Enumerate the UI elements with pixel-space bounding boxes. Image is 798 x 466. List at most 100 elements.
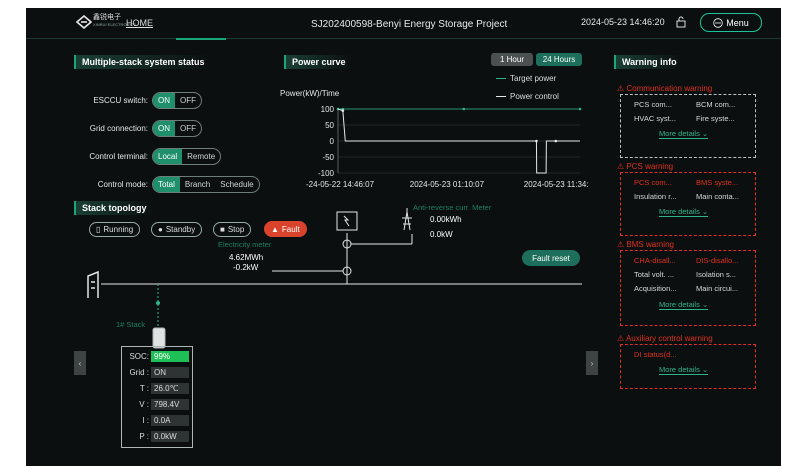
control-mode-label: Control mode: [97,180,148,189]
power-curve-chart: 100 50 0 -50 -100 -24-05-22 14:46:07 2024-05-2… [306,105,588,189]
mode-schedule-option[interactable]: Schedule [215,177,258,192]
warning-cell: Fire syste... [696,114,735,123]
group-title-text: PCS warning [626,162,674,171]
anti-reverse-energy: 0.00kWh [430,215,462,224]
stack-row-power: P :0.0kW [122,429,192,443]
legend-target-power: Target power [496,74,556,83]
legend-control-swatch [496,96,506,97]
home-link[interactable]: HOME [126,18,153,28]
y-tick-label: 0 [330,137,335,146]
building-icon [87,270,99,298]
meter-energy: 4.62MWh [229,253,264,262]
warning-triangle-icon: ⚠ [617,84,625,93]
grid-on-option[interactable]: ON [153,121,175,136]
warning-cell: BCM com... [696,100,736,109]
warning-triangle-icon: ⚠ [617,240,625,249]
warning-triangle-icon: ⚠ [617,334,625,343]
group-title-text: BMS warning [626,240,674,249]
menu-dots-icon [713,17,723,28]
warning-cell: Total volt. ... [634,270,675,279]
range-24-hours-button[interactable]: 24 Hours [536,53,582,66]
anti-reverse-power: 0.0kW [430,230,453,239]
fault-reset-button[interactable]: Fault reset [522,250,580,266]
warning-triangle-icon: ⚠ [617,162,625,171]
range-1-hour-button[interactable]: 1 Hour [491,53,533,66]
warning-cell: Main circui... [696,284,739,293]
warning-cell: Acquisition... [634,284,677,293]
x-tick-label: -24-05-22 14:46:07 [306,180,375,189]
app-window: 鑫锐电子 XINRUI ELECTRONICS HOME SJ202400598… [26,8,781,466]
grid-tower-icon [402,208,412,231]
warning-cell: DIS-disallo... [696,256,739,265]
inverter-icon [336,211,358,231]
y-tick-label: 100 [321,105,335,114]
row-value: 99% [151,350,189,362]
group-title-text: Communication warning [626,84,713,93]
stack-status-title: Multiple-stack system status [74,55,211,69]
menu-label: Menu [726,17,749,28]
electricity-meter-label: Electricity meter [218,240,272,249]
warning-cell: BMS syste... [696,178,739,187]
y-tick-label: 50 [325,121,334,130]
menu-button[interactable]: Menu [700,13,762,32]
terminal-local-option[interactable]: Local [153,149,183,164]
mode-branch-option[interactable]: Branch [180,177,215,192]
auxiliary-warning-title: ⚠ Auxiliary control warning [617,334,716,343]
escc-on-option[interactable]: ON [153,93,175,108]
stack-feed-dot [156,301,160,305]
stack-info-table: SOC: 99% Grid : ON T :26.0℃ V :798.4V I :0… [121,346,193,448]
x-tick-label: 2024-05-23 01:10:07 [410,180,485,189]
escc-switch-toggle[interactable]: ON OFF [152,92,202,109]
row-key: V : [139,399,149,409]
bms-warning-title: ⚠ BMS warning [617,240,677,249]
more-details-link[interactable]: More details ⌄ [659,207,709,217]
bolt-icon [343,215,350,227]
stack-row-voltage: V :798.4V [122,397,192,411]
more-details-link[interactable]: More details ⌄ [659,129,709,139]
grid-connection-label: Grid connection: [89,124,148,133]
control-terminal-label: Control terminal: [89,152,148,161]
stack-row-grid: Grid : ON [122,365,192,379]
escc-switch-label: ESCCU switch: [93,96,148,105]
legend-power-control: Power control [496,92,559,101]
data-point [578,107,582,111]
pcs-warning-title: ⚠ PCS warning [617,162,677,171]
data-point [554,139,558,143]
warning-cell: Main conta... [696,192,739,201]
group-title-text: Auxiliary control warning [625,334,713,343]
grid-connection-toggle[interactable]: ON OFF [152,120,202,137]
y-tick-label: -100 [318,169,335,178]
row-value: 26.0℃ [151,382,189,394]
row-key: I : [142,415,149,425]
prev-stack-arrow[interactable]: ‹ [74,351,86,375]
tab-indicator [176,38,226,40]
row-value: ON [151,366,189,378]
communication-warning-title: ⚠ Communication warning [617,84,716,93]
more-details-link[interactable]: More details ⌄ [659,365,709,375]
unlock-icon[interactable] [676,16,686,28]
stack-name-label: 1# Stack [116,320,146,329]
grid-off-option[interactable]: OFF [175,121,201,136]
row-key: P : [139,431,149,441]
warning-info-title: Warning info [614,55,683,69]
row-key: Grid : [129,367,149,377]
x-tick-label: 2024-05-23 11:34:07 [524,180,588,189]
data-point [535,139,538,143]
row-value: 798.4V [151,398,189,410]
control-terminal-toggle[interactable]: Local Remote [152,148,222,165]
warning-cell: DI status(d... [634,350,677,359]
stack-row-current: I :0.0A [122,413,192,427]
more-details-link[interactable]: More details ⌄ [659,300,709,310]
chart-ylabel: Power(kW)/Time [280,89,340,98]
row-key: SOC: [129,351,149,361]
terminal-remote-option[interactable]: Remote [182,149,220,164]
meter-power: -0.2kW [233,263,259,272]
control-mode-toggle[interactable]: Total Branch Schedule [152,176,260,193]
next-stack-arrow[interactable]: › [586,351,598,375]
stack-row-temperature: T :26.0℃ [122,381,192,395]
chevron-right-icon: › [590,358,594,368]
battery-stack-icon [152,327,166,349]
mode-total-option[interactable]: Total [153,177,180,192]
escc-off-option[interactable]: OFF [175,93,201,108]
legend-control-label: Power control [510,92,559,101]
